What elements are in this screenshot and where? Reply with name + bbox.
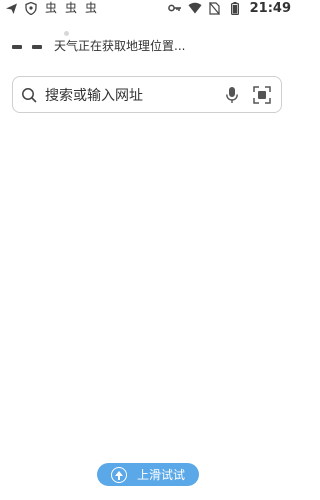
weather-dash [32, 45, 42, 49]
weather-dot [64, 31, 69, 36]
bug-icon: 虫 [64, 1, 77, 15]
no-sim-icon [208, 1, 222, 15]
arrow-up-icon [110, 466, 127, 483]
status-right: 21:49 [167, 0, 291, 16]
swipe-up-label: 上滑试试 [136, 468, 185, 482]
status-time: 21:49 [249, 0, 291, 16]
search-input[interactable]: 搜索或输入网址 [45, 85, 215, 105]
wifi-icon [188, 1, 202, 15]
bug-icon: 虫 [44, 1, 57, 15]
status-bar: 虫 虫 虫 21:49 [0, 0, 295, 16]
key-icon [167, 1, 182, 15]
shield-icon [24, 1, 38, 15]
search-box[interactable]: 搜索或输入网址 [12, 76, 282, 113]
send-icon [4, 1, 18, 15]
status-left: 虫 虫 虫 [4, 1, 98, 15]
weather-icon [12, 41, 42, 49]
microphone-icon[interactable] [223, 86, 241, 104]
bug-icon: 虫 [84, 1, 97, 15]
search-icon [21, 87, 37, 103]
search-actions [223, 85, 271, 104]
weather-dash [12, 45, 22, 49]
swipe-up-hint-button[interactable]: 上滑试试 [97, 463, 199, 486]
battery-icon [228, 1, 242, 15]
weather-widget[interactable]: 天气正在获取地理位置... [12, 31, 186, 56]
scan-icon[interactable] [253, 85, 271, 104]
weather-status-text: 天气正在获取地理位置... [54, 38, 186, 53]
